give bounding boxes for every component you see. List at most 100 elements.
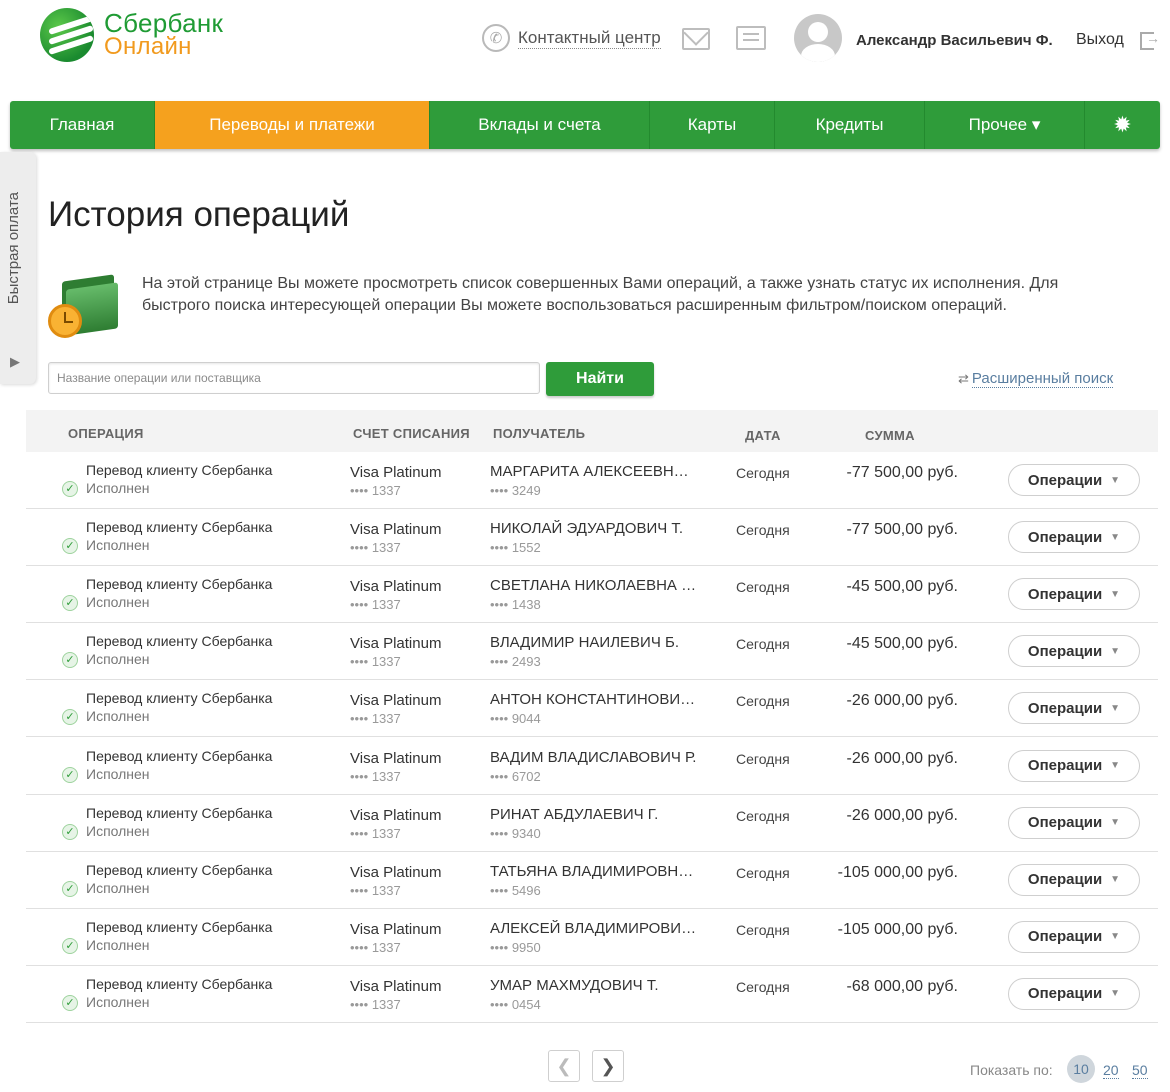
gear-icon: ✹: [1113, 112, 1132, 137]
operation-status: Исполнен: [86, 651, 150, 668]
prev-page-button[interactable]: ❮: [548, 1050, 580, 1082]
logout-link[interactable]: Выход: [1076, 31, 1124, 49]
operations-dropdown-button[interactable]: Операции ▼: [1008, 863, 1140, 896]
operation-title[interactable]: Перевод клиенту Сбербанка: [86, 576, 272, 592]
operation-title[interactable]: Перевод клиенту Сбербанка: [86, 462, 272, 478]
operations-dropdown-button[interactable]: Операции ▼: [1008, 692, 1140, 725]
expand-arrow-icon: ▶: [10, 354, 20, 369]
avatar[interactable]: [794, 14, 842, 62]
table-row[interactable]: Перевод клиенту Сбербанка ✓ Исполнен Visa P…: [26, 909, 1158, 966]
logout-icon[interactable]: [1140, 30, 1160, 50]
check-icon: ✓: [62, 481, 78, 497]
page-size-10[interactable]: 10: [1067, 1055, 1095, 1083]
operations-dropdown-button[interactable]: Операции ▼: [1008, 578, 1140, 611]
page-size-20[interactable]: 20: [1103, 1062, 1119, 1079]
operation-title[interactable]: Перевод клиенту Сбербанка: [86, 748, 272, 764]
account-name: Visa Platinum: [350, 521, 442, 539]
nav-item-deposits[interactable]: Вклады и счета: [430, 101, 650, 149]
account-number: •••• 1337: [350, 996, 401, 1012]
operation-status: Исполнен: [86, 594, 150, 611]
chevron-down-icon: ▼: [1110, 645, 1121, 657]
recipient-number: •••• 9950: [490, 939, 541, 955]
table-row[interactable]: Перевод клиенту Сбербанка ✓ Исполнен Visa P…: [26, 966, 1158, 1023]
recipient-name: НИКОЛАЙ ЭДУАРДОВИЧ Т.: [490, 520, 684, 538]
chevron-down-icon: ▼: [1110, 702, 1121, 714]
chevron-down-icon: ▼: [1110, 474, 1121, 486]
operations-dropdown-button[interactable]: Операции ▼: [1008, 977, 1140, 1010]
operation-title[interactable]: Перевод клиенту Сбербанка: [86, 805, 272, 821]
operation-title[interactable]: Перевод клиенту Сбербанка: [86, 976, 272, 992]
table-row[interactable]: Перевод клиенту Сбербанка ✓ Исполнен Visa P…: [26, 680, 1158, 738]
nav-item-other[interactable]: Прочее ▾: [925, 101, 1085, 149]
next-page-button[interactable]: ❯: [592, 1050, 624, 1082]
operations-dropdown-button[interactable]: Операции ▼: [1008, 749, 1140, 782]
operation-amount: -77 500,00 руб.: [846, 521, 958, 539]
recipient-number: •••• 1552: [490, 540, 541, 556]
operation-title[interactable]: Перевод клиенту Сбербанка: [86, 862, 272, 878]
nav-item-cards[interactable]: Карты: [650, 101, 775, 149]
operations-dropdown-button[interactable]: Операции ▼: [1008, 521, 1140, 554]
operations-button-label: Операции: [1027, 585, 1103, 603]
recipient-name: АНТОН КОНСТАНТИНОВИ…: [490, 691, 696, 709]
contact-center-link[interactable]: ✆ Контактный центр: [482, 24, 661, 52]
operation-title[interactable]: Перевод клиенту Сбербанка: [86, 690, 272, 706]
nav-item-home[interactable]: Главная: [10, 101, 155, 149]
recipient-number: •••• 9340: [490, 825, 541, 841]
check-icon: ✓: [62, 880, 78, 897]
check-icon: ✓: [62, 652, 78, 669]
recipient-number: •••• 3249: [490, 483, 541, 498]
phone-icon: ✆: [482, 24, 510, 52]
operation-title[interactable]: Перевод клиенту Сбербанка: [86, 919, 272, 935]
operations-dropdown-button[interactable]: Операции ▼: [1008, 464, 1140, 496]
mail-icon[interactable]: [682, 28, 710, 50]
operation-date: Сегодня: [736, 522, 790, 539]
operations-button-label: Операции: [1027, 471, 1103, 489]
operation-status: Исполнен: [86, 480, 150, 496]
operation-date: Сегодня: [736, 636, 790, 653]
search-input[interactable]: [48, 362, 540, 394]
contact-center-label: Контактный центр: [518, 27, 661, 49]
table-row[interactable]: Перевод клиенту Сбербанка ✓ Исполнен Visa P…: [26, 623, 1158, 681]
account-number: •••• 1337: [350, 483, 401, 498]
chevron-down-icon: ▼: [1110, 531, 1121, 543]
account-number: •••• 1337: [350, 654, 401, 670]
recipient-number: •••• 0454: [490, 996, 541, 1012]
table-row[interactable]: Перевод клиенту Сбербанка ✓ Исполнен Visa P…: [26, 738, 1158, 795]
recipient-number: •••• 2493: [490, 654, 541, 670]
account-name: Visa Platinum: [350, 635, 442, 653]
chat-icon[interactable]: [736, 26, 766, 50]
user-name[interactable]: Александр Васильевич Ф.: [856, 32, 1053, 49]
table-row[interactable]: Перевод клиенту Сбербанка ✓ Исполнен Visa P…: [26, 852, 1158, 909]
quick-pay-tab[interactable]: Быстрая оплата ▶: [0, 152, 36, 384]
operations-dropdown-button[interactable]: Операции ▼: [1008, 635, 1140, 668]
account-number: •••• 1337: [350, 882, 401, 898]
search-button[interactable]: Найти: [546, 362, 654, 396]
advanced-search-link[interactable]: ⇄ Расширенный поиск: [958, 370, 1114, 388]
page-size-50[interactable]: 50: [1132, 1062, 1148, 1079]
operation-amount: -26 000,00 руб.: [846, 749, 958, 767]
table-row[interactable]: Перевод клиенту Сбербанка ✓ Исполнен Visa P…: [26, 452, 1158, 509]
logo-mark-icon: [40, 8, 94, 62]
col-recipient: ПОЛУЧАТЕЛЬ: [493, 426, 586, 441]
account-name: Visa Platinum: [350, 692, 442, 710]
operation-title[interactable]: Перевод клиенту Сбербанка: [86, 633, 272, 649]
operations-button-label: Операции: [1027, 928, 1103, 946]
table-row[interactable]: Перевод клиенту Сбербанка ✓ Исполнен Visa P…: [26, 566, 1158, 624]
nav-item-credits[interactable]: Кредиты: [775, 101, 925, 149]
recipient-number: •••• 9044: [490, 711, 541, 727]
table-row[interactable]: Перевод клиенту Сбербанка ✓ Исполнен Visa P…: [26, 509, 1158, 567]
operation-amount: -77 500,00 руб.: [846, 464, 958, 481]
operations-dropdown-button[interactable]: Операции ▼: [1008, 920, 1140, 953]
operation-title[interactable]: Перевод клиенту Сбербанка: [86, 519, 272, 535]
table-row[interactable]: Перевод клиенту Сбербанка ✓ Исполнен Visa P…: [26, 795, 1158, 852]
settings-button[interactable]: ✹: [1085, 101, 1160, 149]
operations-dropdown-button[interactable]: Операции ▼: [1008, 806, 1140, 839]
sberbank-logo[interactable]: Сбербанк Онлайн: [40, 8, 223, 62]
recipient-name: ТАТЬЯНА ВЛАДИМИРОВН…: [490, 862, 694, 880]
nav-item-transfers[interactable]: Переводы и платежи: [155, 101, 430, 149]
operation-status: Исполнен: [86, 993, 150, 1010]
page-description: На этой странице Вы можете просмотреть с…: [142, 275, 1059, 314]
operation-amount: -26 000,00 руб.: [846, 806, 958, 824]
quick-pay-label: Быстрая оплата: [5, 192, 22, 305]
operations-button-label: Операции: [1027, 699, 1103, 717]
